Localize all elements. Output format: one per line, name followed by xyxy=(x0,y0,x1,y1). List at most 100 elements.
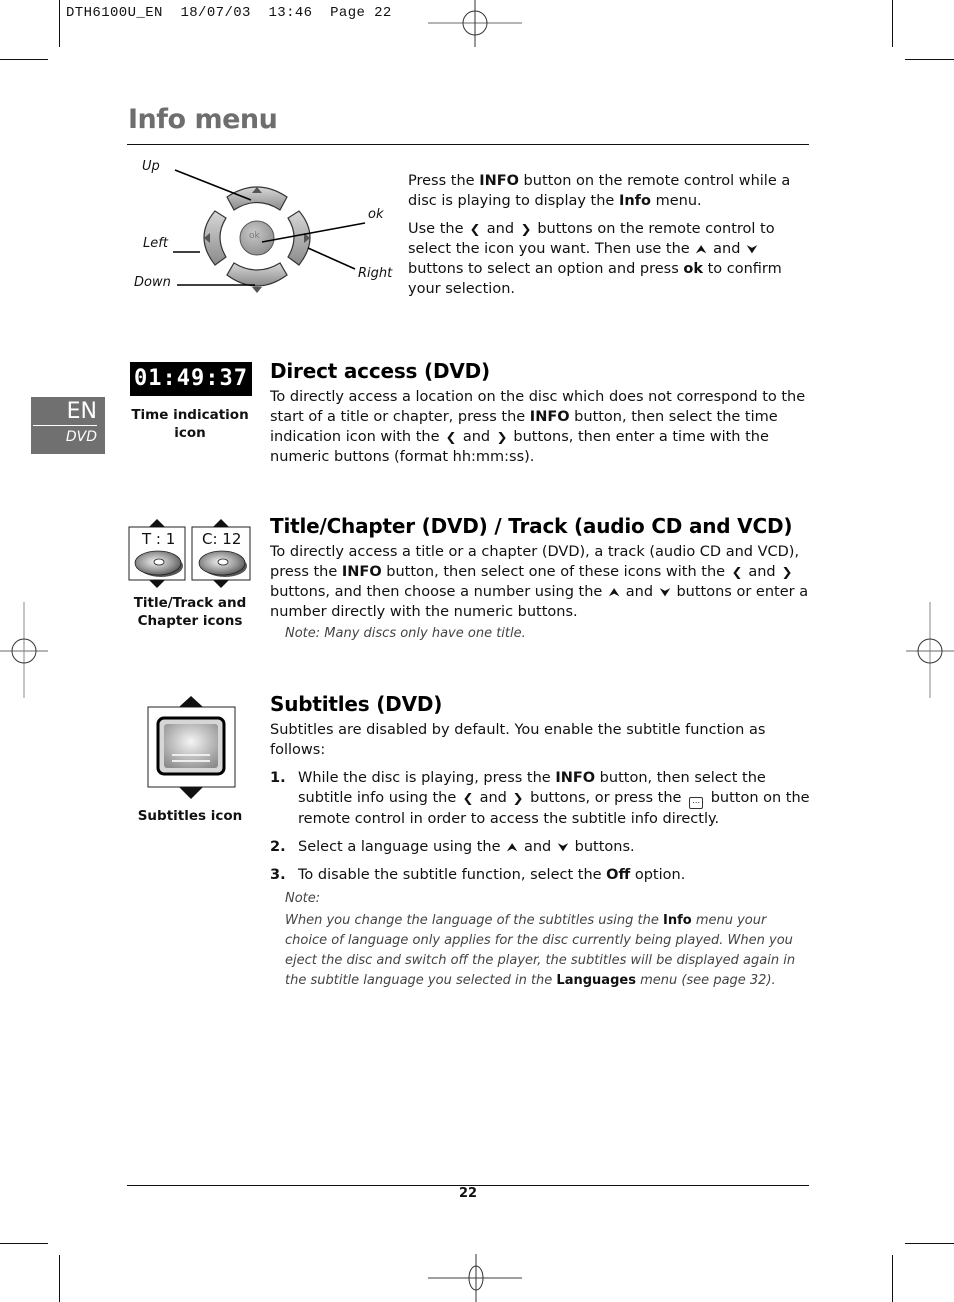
text: and xyxy=(625,584,654,600)
caption-line: Time indication xyxy=(131,407,249,423)
subtitles-note: Note: When you change the language of th… xyxy=(285,889,800,991)
label-up: Up xyxy=(142,159,160,174)
step-number: 1. xyxy=(270,770,286,786)
print-slug: DTH6100U_EN 18/07/03 13:46 Page 22 xyxy=(66,5,392,21)
section-direct-access: Direct access (DVD) To directly access a… xyxy=(270,359,810,467)
text: and xyxy=(486,221,515,237)
section-heading: Title/Chapter (DVD) / Track (audio CD an… xyxy=(270,514,793,538)
bold-languages-menu: Languages xyxy=(556,973,636,988)
bold-info-menu: Info xyxy=(663,913,692,928)
step-number: 3. xyxy=(270,867,286,883)
bold-info: INFO xyxy=(555,770,596,786)
text: Select a language using the xyxy=(298,839,501,855)
intro-paragraph-1: Press the INFO button on the remote cont… xyxy=(408,171,808,211)
crop-mark xyxy=(892,0,893,47)
chapter-icon-text: C: 12 xyxy=(202,530,242,548)
down-arrow-icon: ⮟ xyxy=(557,840,569,854)
caption-line: Chapter icons xyxy=(137,613,243,629)
text: buttons, and then choose a number using … xyxy=(270,584,603,600)
crop-mark xyxy=(905,1243,954,1244)
text: To disable the subtitle function, select… xyxy=(298,867,607,883)
section-intro: Subtitles are disabled by default. You e… xyxy=(270,722,766,758)
registration-mark-left xyxy=(0,602,50,698)
caption-line: icon xyxy=(174,425,206,441)
text: buttons. xyxy=(574,839,635,855)
slug-date: 18/07/03 xyxy=(180,5,251,21)
time-indication-icon: 01:49:37 xyxy=(130,362,252,396)
section-heading: Subtitles (DVD) xyxy=(270,692,443,716)
language-tab-section: DVD xyxy=(65,429,97,445)
section-title-chapter: Title/Chapter (DVD) / Track (audio CD an… xyxy=(270,514,815,644)
title-chapter-caption: Title/Track and Chapter icons xyxy=(125,594,255,630)
section-note: Note: Many discs only have one title. xyxy=(285,626,526,641)
steps-list: 1. While the disc is playing, press the … xyxy=(270,768,810,885)
text: and xyxy=(523,839,552,855)
page-number: 22 xyxy=(458,1186,478,1201)
text: and xyxy=(748,564,776,580)
title-rule xyxy=(127,144,809,145)
title-icon-text: T : 1 xyxy=(142,530,176,548)
subtitles-caption: Subtitles icon xyxy=(137,808,243,824)
up-arrow-icon: ⮝ xyxy=(695,242,708,256)
crop-mark xyxy=(0,59,48,60)
text: menu (see page 32). xyxy=(635,973,776,988)
bold-info: INFO xyxy=(529,409,570,425)
crop-mark xyxy=(0,1243,48,1244)
label-down: Down xyxy=(134,275,171,290)
bold-info: INFO xyxy=(341,564,382,580)
section-subtitles: Subtitles (DVD) Subtitles are disabled b… xyxy=(270,692,810,991)
label-right: Right xyxy=(358,266,393,281)
down-arrow-icon: ⮟ xyxy=(659,585,671,599)
label-left: Left xyxy=(143,236,168,251)
language-code: EN xyxy=(66,399,97,424)
note-label: Note: xyxy=(285,891,321,906)
left-arrow-icon: ❮ xyxy=(462,791,474,805)
dpad-ok-text: ok xyxy=(249,231,260,241)
text: and xyxy=(479,790,507,806)
text: Press the xyxy=(408,173,480,189)
registration-mark-top xyxy=(428,0,524,48)
up-arrow-icon: ⮝ xyxy=(506,840,518,854)
step-item: 2. Select a language using the ⮝ and ⮟ b… xyxy=(270,837,810,857)
caption-line: Title/Track and xyxy=(133,595,247,611)
text: button, then select one of these icons w… xyxy=(381,564,726,580)
text: menu. xyxy=(650,193,702,209)
text: and xyxy=(713,241,741,257)
left-arrow-icon: ❮ xyxy=(445,430,457,444)
section-body: To directly access a title or a chapter … xyxy=(270,542,815,622)
crop-mark xyxy=(905,59,954,60)
bold-info-menu: Info xyxy=(618,193,651,209)
step-item: 3. To disable the subtitle function, sel… xyxy=(270,865,810,885)
registration-mark-bottom xyxy=(428,1254,524,1302)
text: option. xyxy=(630,867,686,883)
subtitle-button-icon: … xyxy=(689,797,704,809)
intro-paragraph-2: Use the ❮ and ❯ buttons on the remote co… xyxy=(408,219,808,299)
text: Use the xyxy=(408,221,464,237)
step-item: 1. While the disc is playing, press the … xyxy=(270,768,810,829)
language-tab-divider xyxy=(33,425,97,426)
text: When you change the language of the subt… xyxy=(285,913,664,928)
up-arrow-icon: ⮝ xyxy=(608,585,620,599)
text: and xyxy=(462,429,491,445)
page-title: Info menu xyxy=(128,104,278,135)
time-indication-caption: Time indication icon xyxy=(125,406,255,442)
title-chapter-icons: T : 1 C: 12 xyxy=(128,518,252,590)
intro-text: Press the INFO button on the remote cont… xyxy=(408,171,808,307)
right-arrow-icon: ❯ xyxy=(520,222,532,236)
text: buttons, or press the xyxy=(530,790,682,806)
slug-file: DTH6100U_EN xyxy=(66,5,163,21)
section-body: To directly access a location on the dis… xyxy=(270,387,810,467)
slug-time: 13:46 xyxy=(268,5,313,21)
note-text: When you change the language of the subt… xyxy=(285,911,800,991)
crop-mark xyxy=(892,1255,893,1302)
right-arrow-icon: ❯ xyxy=(512,791,525,805)
section-heading: Direct access (DVD) xyxy=(270,359,490,383)
registration-mark-right xyxy=(904,602,954,698)
left-arrow-icon: ❮ xyxy=(731,565,743,579)
down-arrow-icon: ⮟ xyxy=(746,242,758,256)
remote-nav-diagram: ok Up Left Down ok Right xyxy=(130,155,400,305)
label-ok: ok xyxy=(368,207,384,222)
text: While the disc is playing, press the xyxy=(298,770,556,786)
right-arrow-icon: ❯ xyxy=(781,565,793,579)
step-number: 2. xyxy=(270,839,286,855)
